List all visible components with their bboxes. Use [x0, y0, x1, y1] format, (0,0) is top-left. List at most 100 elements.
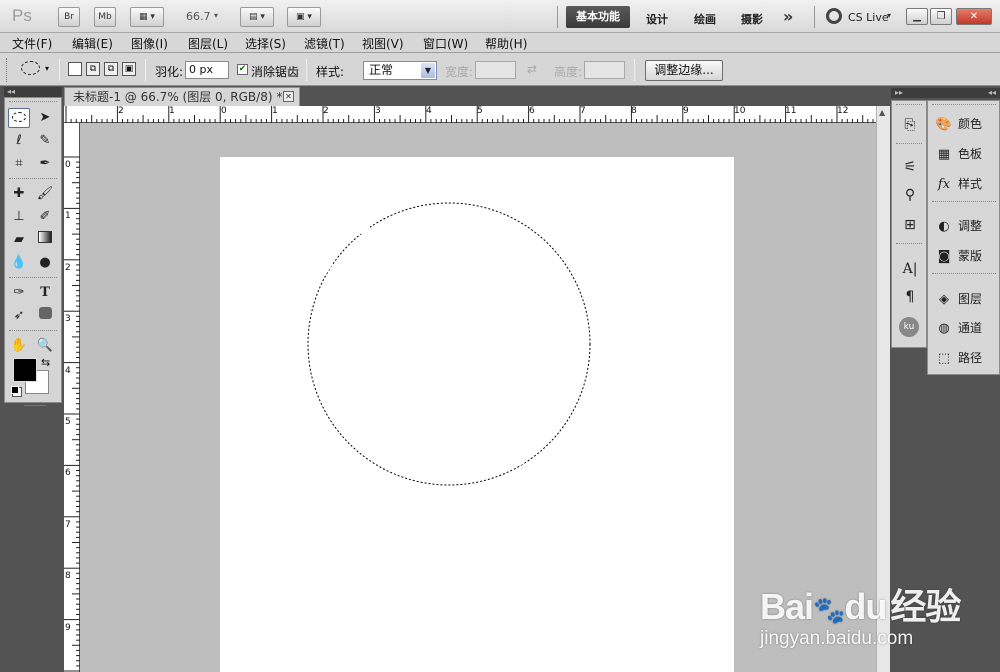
- feather-input[interactable]: 0 px: [185, 61, 229, 79]
- default-colors-icon[interactable]: [11, 386, 19, 394]
- close-document-icon[interactable]: ✕: [283, 91, 294, 102]
- width-label: 宽度:: [445, 65, 474, 79]
- scroll-up-icon[interactable]: ▲: [879, 108, 885, 117]
- panel-label: 颜色: [958, 117, 983, 131]
- move-tool[interactable]: ➤: [34, 108, 56, 128]
- screen-mode-button[interactable]: ▣ ▾: [287, 7, 321, 27]
- hand-tool[interactable]: ✋: [8, 336, 30, 356]
- launch-bridge-button[interactable]: Br: [58, 7, 80, 27]
- document-tab[interactable]: 未标题-1 @ 66.7% (图层 0, RGB/8) * ✕: [64, 87, 300, 106]
- options-bar: ▾ ⧉ ⧉ ▣ 羽化: 0 px ✔ 消除锯齿 样式: 正常 ▼ 宽度: ⇄ 高…: [0, 53, 1000, 86]
- lasso-tool[interactable]: ℓ: [8, 131, 30, 151]
- minimize-button[interactable]: ▁: [906, 8, 928, 25]
- dock-grip[interactable]: [932, 104, 996, 107]
- launch-minibridge-button[interactable]: Mb: [94, 7, 116, 27]
- elliptical-marquee-icon: [12, 112, 26, 122]
- character-panel-icon[interactable]: A|: [900, 259, 920, 279]
- intersect-selection-icon[interactable]: ▣: [122, 62, 136, 76]
- elliptical-marquee-tool[interactable]: [8, 108, 30, 128]
- paths-panel-tab[interactable]: ⬚ 路径: [934, 347, 998, 369]
- quick-selection-tool[interactable]: ✎: [34, 131, 56, 151]
- right-dock-header[interactable]: ▸▸ ◂◂: [891, 88, 1000, 98]
- options-grip[interactable]: [6, 58, 9, 82]
- menu-select[interactable]: 选择(S): [245, 35, 286, 52]
- menu-image[interactable]: 图像(I): [131, 35, 168, 52]
- cslive-icon[interactable]: [826, 8, 842, 24]
- menu-window[interactable]: 窗口(W): [423, 35, 468, 52]
- zoom-tool[interactable]: 🔍: [34, 336, 56, 356]
- dock-grip[interactable]: [932, 201, 996, 204]
- close-button[interactable]: ✕: [956, 8, 992, 25]
- workspace-essentials-button[interactable]: 基本功能: [566, 6, 630, 28]
- masks-panel-tab[interactable]: ◙ 蒙版: [934, 245, 998, 267]
- vertical-ruler[interactable]: 0 1 2 3 4 5 6 7 8 9: [64, 123, 80, 672]
- horizontal-ruler[interactable]: 2 1 0 1 2 3 4 5 6 7 8 9 10 11 12: [64, 106, 876, 123]
- subtract-from-selection-icon[interactable]: ⧉: [104, 62, 118, 76]
- divider: [9, 330, 57, 333]
- clone-stamp-tool[interactable]: ⊥: [8, 207, 30, 227]
- view-extras-button[interactable]: ▦ ▾: [130, 7, 164, 27]
- swatches-panel-tab[interactable]: ▦ 色板: [934, 143, 998, 165]
- pen-tool[interactable]: ✑: [8, 283, 30, 303]
- arrange-documents-button[interactable]: ▤ ▾: [240, 7, 274, 27]
- menu-file[interactable]: 文件(F): [12, 35, 52, 52]
- gradient-tool[interactable]: [34, 230, 56, 250]
- path-selection-tool[interactable]: ➶: [8, 306, 30, 326]
- foreground-color-swatch[interactable]: [13, 358, 37, 382]
- blur-tool[interactable]: 💧: [8, 253, 30, 273]
- tool-presets-icon[interactable]: ⊞: [900, 215, 920, 235]
- eraser-tool[interactable]: ▰: [8, 230, 30, 250]
- crop-tool[interactable]: ⌗: [8, 154, 30, 174]
- dock-grip[interactable]: [896, 143, 922, 146]
- dodge-tool[interactable]: ●: [34, 253, 56, 273]
- document-canvas[interactable]: [220, 157, 734, 672]
- swap-colors-icon[interactable]: ⇆: [41, 356, 50, 369]
- eyedropper-tool[interactable]: ✒: [34, 154, 56, 174]
- tools-grip[interactable]: [9, 101, 57, 104]
- new-selection-icon[interactable]: [68, 62, 82, 76]
- restore-button[interactable]: ❐: [930, 8, 952, 25]
- color-panel-tab[interactable]: 🎨 颜色: [934, 113, 998, 135]
- menu-help[interactable]: 帮助(H): [485, 35, 527, 52]
- menu-layer[interactable]: 图层(L): [188, 35, 228, 52]
- brush-tool[interactable]: 🖌: [34, 184, 56, 204]
- workspace-painting-button[interactable]: 绘画: [694, 11, 716, 27]
- workspace-photography-button[interactable]: 摄影: [741, 11, 763, 27]
- more-workspaces-icon[interactable]: »: [783, 7, 793, 26]
- zoom-dropdown-icon[interactable]: ▾: [214, 11, 218, 20]
- history-panel-icon[interactable]: ⎘: [900, 115, 920, 135]
- paragraph-panel-icon[interactable]: ¶: [900, 287, 920, 307]
- workspace-design-button[interactable]: 设计: [646, 11, 668, 27]
- panel-label: 图层: [958, 292, 983, 306]
- channels-panel-tab[interactable]: ◍ 通道: [934, 317, 998, 339]
- tool-preset-dropdown-icon[interactable]: ▾: [45, 64, 49, 73]
- shape-tool[interactable]: [34, 306, 56, 326]
- zoom-level[interactable]: 66.7: [186, 10, 211, 23]
- tools-panel-header[interactable]: ◂◂: [4, 87, 62, 97]
- refine-edge-button[interactable]: 调整边缘...: [645, 60, 723, 81]
- style-select[interactable]: 正常 ▼: [363, 61, 437, 80]
- menu-edit[interactable]: 编辑(E): [72, 35, 113, 52]
- layers-panel-tab[interactable]: ◈ 图层: [934, 288, 998, 310]
- type-tool[interactable]: T: [34, 283, 56, 303]
- menu-view[interactable]: 视图(V): [362, 35, 404, 52]
- tool-preset-elliptical-marquee-icon[interactable]: [21, 61, 40, 75]
- clone-source-icon[interactable]: ⚲: [900, 185, 920, 205]
- width-input[interactable]: [475, 61, 516, 79]
- menu-filter[interactable]: 滤镜(T): [304, 35, 345, 52]
- add-to-selection-icon[interactable]: ⧉: [86, 62, 100, 76]
- spot-healing-tool[interactable]: ✚: [8, 184, 30, 204]
- dock-grip[interactable]: [896, 243, 922, 246]
- styles-panel-tab[interactable]: fx 样式: [934, 173, 998, 195]
- antialias-checkbox[interactable]: ✔: [237, 64, 248, 75]
- dock-grip[interactable]: [896, 104, 922, 107]
- cslive-dropdown-icon[interactable]: ▾: [887, 11, 891, 20]
- adjustments-panel-tab[interactable]: ◐ 调整: [934, 215, 998, 237]
- cslive-button[interactable]: CS Live: [848, 11, 889, 24]
- height-input[interactable]: [584, 61, 625, 79]
- swap-width-height-icon[interactable]: ⇄: [527, 62, 537, 76]
- history-brush-tool[interactable]: ✐: [34, 207, 56, 227]
- kuler-icon[interactable]: ku: [899, 317, 919, 337]
- dock-grip[interactable]: [932, 273, 996, 276]
- brush-presets-icon[interactable]: ⚟: [900, 157, 920, 177]
